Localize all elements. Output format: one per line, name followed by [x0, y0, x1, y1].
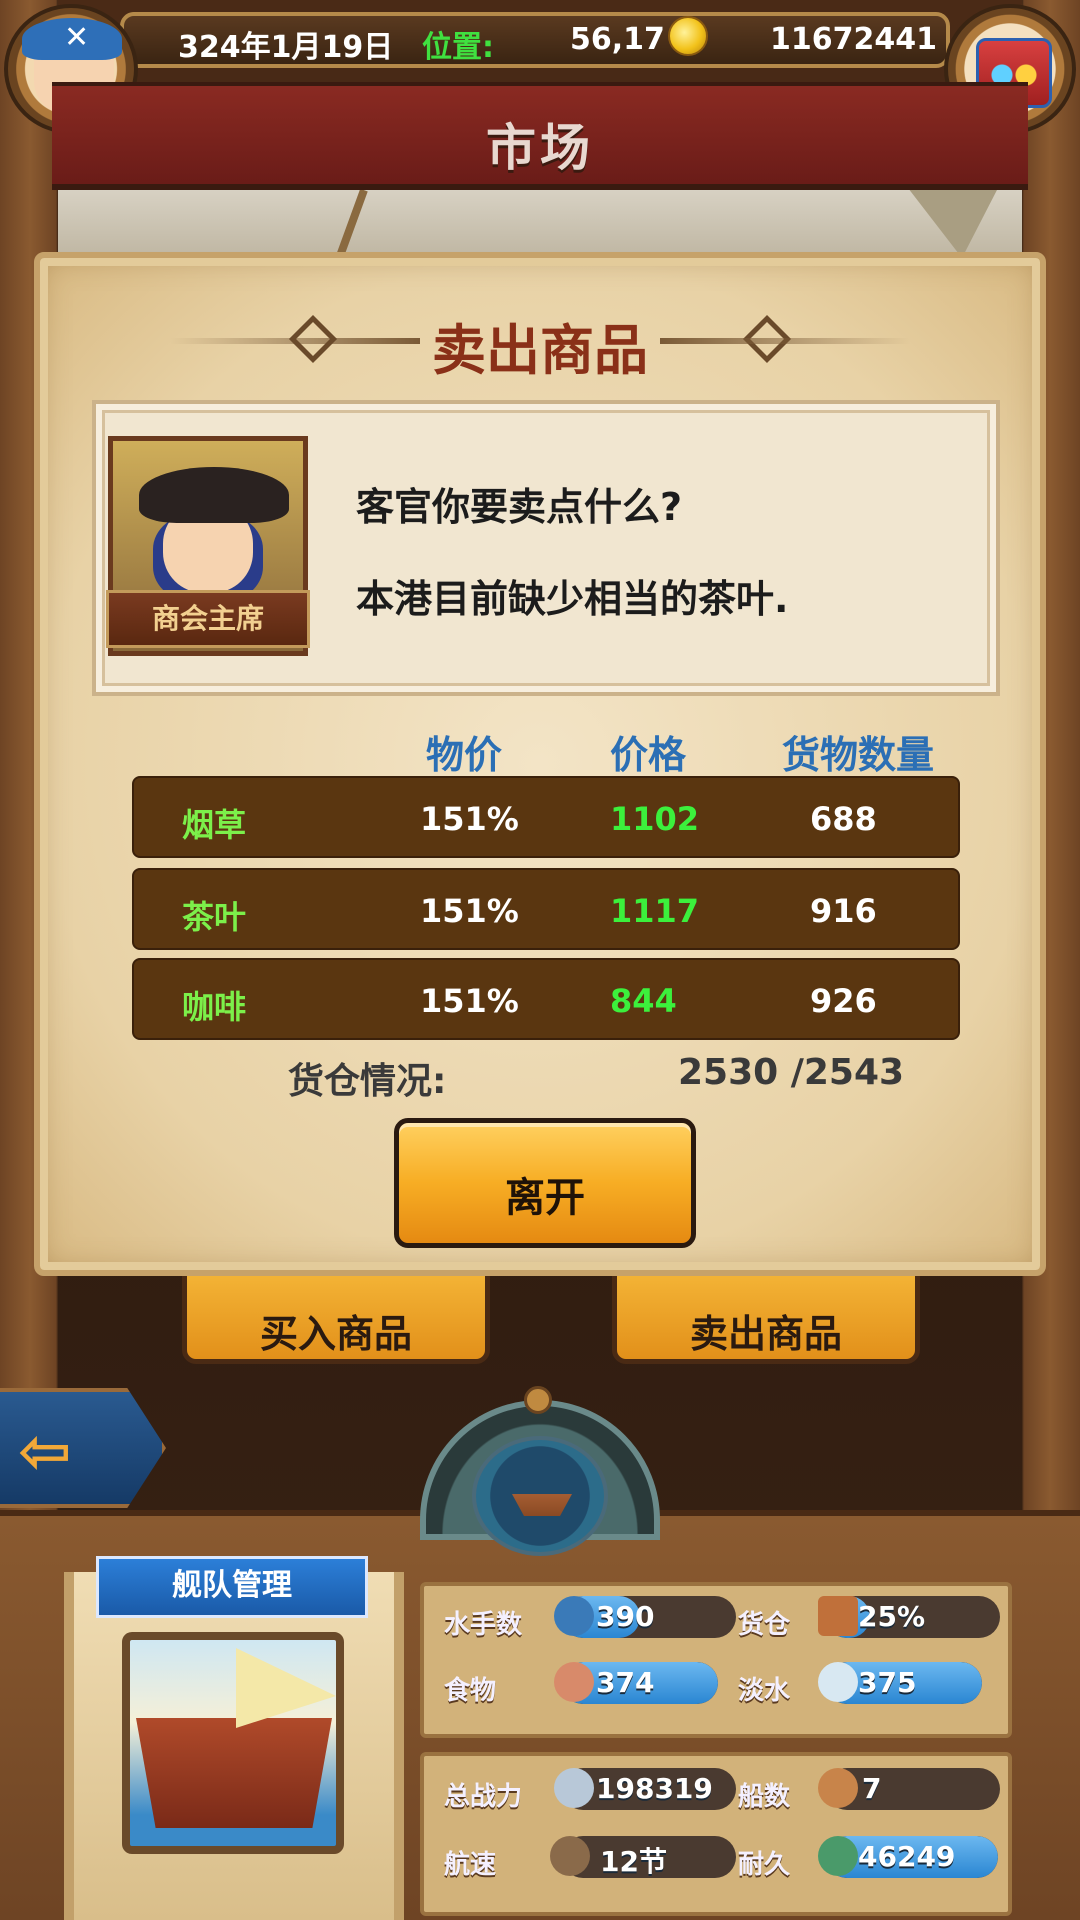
back-arrow-icon: ⇦	[18, 1415, 72, 1489]
goods-price-index: 151%	[420, 800, 519, 838]
gold-amount: 11672441	[770, 22, 937, 57]
stat-label-ships: 船数	[738, 1782, 791, 1812]
goods-price-index: 151%	[420, 982, 519, 1020]
stat-value-power: 198319	[596, 1772, 713, 1805]
npc-dialogue-line-1: 客官你要卖点什么?	[356, 485, 683, 529]
buy-goods-label: 买入商品	[259, 1312, 412, 1356]
crossed-swords-skull-icon	[554, 1768, 594, 1808]
location-label: 位置:	[422, 30, 494, 65]
npc-role-label: 商会主席	[106, 590, 310, 648]
goods-name: 咖啡	[182, 988, 247, 1026]
harbor-scene	[58, 188, 1022, 258]
stat-label-durability: 耐久	[738, 1850, 791, 1880]
stat-value-ships: 7	[862, 1772, 882, 1805]
goods-price: 844	[610, 982, 677, 1020]
goods-name: 烟草	[182, 806, 247, 844]
sail-ship-icon	[550, 1836, 590, 1876]
goods-row[interactable]: 烟草 151% 1102 688	[132, 776, 960, 858]
sell-goods-label: 卖出商品	[689, 1312, 842, 1356]
stat-label-power: 总战力	[444, 1782, 523, 1812]
title-ornament-right	[660, 338, 910, 344]
goods-quantity: 916	[810, 892, 877, 930]
cargo-value: 2530 /2543	[678, 1052, 905, 1093]
stat-label-food: 食物	[444, 1676, 497, 1706]
dialog-title: 卖出商品	[432, 319, 648, 382]
cargo-label: 货仓情况:	[288, 1061, 447, 1102]
stat-label-water: 淡水	[738, 1676, 791, 1706]
gold-coin-icon	[668, 16, 708, 56]
sell-dialog: 卖出商品 物价 价格 货物数量 烟草 151% 1102 688 茶叶 151%…	[34, 252, 1046, 1276]
helm-knob-decor	[524, 1386, 552, 1414]
goods-row[interactable]: 咖啡 151% 844 926	[132, 958, 960, 1040]
game-date: 324年1月19日	[178, 30, 394, 65]
goods-price: 1117	[610, 892, 700, 930]
stat-label-sailors: 水手数	[444, 1610, 523, 1640]
goods-name: 茶叶	[182, 898, 247, 936]
goods-row[interactable]: 茶叶 151% 1117 916	[132, 868, 960, 950]
durability-ship-icon	[818, 1836, 858, 1876]
column-price: 价格	[610, 733, 687, 777]
page-title: 市场	[486, 119, 594, 177]
sailor-icon	[554, 1596, 594, 1636]
column-quantity: 货物数量	[782, 733, 935, 777]
stat-value-speed: 12节	[600, 1845, 667, 1878]
goods-quantity: 926	[810, 982, 877, 1020]
leave-button-label: 离开	[505, 1175, 585, 1221]
title-banner: 市场	[52, 82, 1028, 190]
goods-quantity: 688	[810, 800, 877, 838]
stat-value-durability: 46249	[858, 1840, 956, 1873]
sail-decor	[908, 188, 998, 258]
meat-icon	[554, 1662, 594, 1702]
ship-mast-decor	[336, 188, 368, 258]
goods-price: 1102	[610, 800, 700, 838]
stat-label-speed: 航速	[444, 1850, 497, 1880]
stat-value-food: 374	[596, 1666, 655, 1699]
stat-label-cargo: 货仓	[738, 1610, 791, 1640]
crate-icon	[818, 1596, 858, 1636]
goods-price-index: 151%	[420, 892, 519, 930]
skull-cross-icon: ✕	[64, 20, 90, 55]
column-price-index: 物价	[426, 733, 503, 777]
stat-value-cargo: 25%	[858, 1600, 926, 1633]
ship-count-icon	[818, 1768, 858, 1808]
water-jug-icon	[818, 1662, 858, 1702]
stat-value-water: 375	[858, 1666, 917, 1699]
stat-value-sailors: 390	[596, 1600, 655, 1633]
fleet-management-button[interactable]: 舰队管理	[96, 1556, 368, 1618]
ship-hull-decor	[136, 1718, 332, 1828]
location-value: 56,17	[570, 22, 665, 57]
npc-dialogue-line-2: 本港目前缺少相当的茶叶.	[356, 577, 789, 621]
leave-button[interactable]: 离开	[394, 1118, 696, 1248]
npc-hat-icon	[139, 467, 289, 523]
